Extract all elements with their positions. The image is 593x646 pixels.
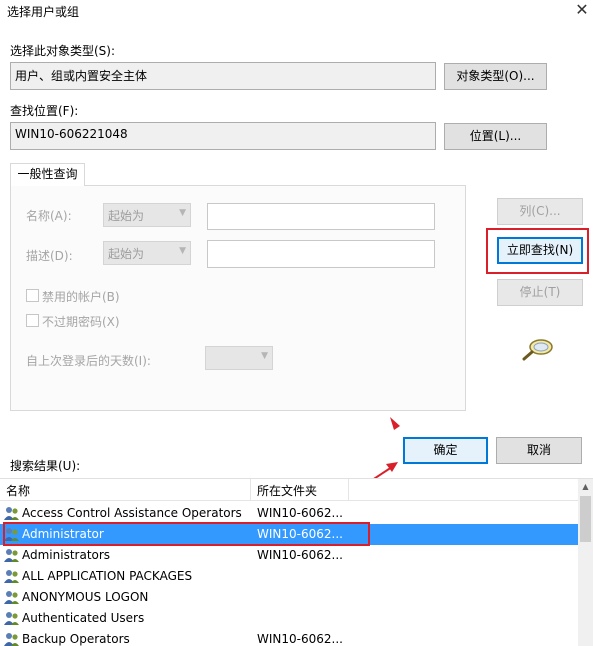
object-type-field: 用户、组或内置安全主体 — [10, 62, 436, 90]
results-header: 名称 所在文件夹 — [0, 479, 578, 501]
search-results-label: 搜索结果(U): — [10, 459, 81, 473]
find-now-button[interactable]: 立即查找(N) — [497, 237, 583, 264]
object-types-button[interactable]: 对象类型(O)... — [444, 63, 547, 90]
window-title: 选择用户或组 — [7, 5, 80, 19]
columns-button[interactable]: 列(C)... — [497, 198, 583, 225]
chevron-down-icon: ▼ — [179, 208, 186, 218]
tab-common-queries[interactable]: 一般性查询 — [10, 163, 85, 186]
location-field: WIN10-606221048 — [10, 122, 436, 150]
administrator-highlight — [3, 522, 370, 546]
table-row[interactable]: Administrators WIN10-6062... — [0, 545, 578, 566]
cancel-button[interactable]: 取消 — [496, 437, 582, 464]
disabled-accounts-label: 禁用的帐户(B) — [42, 290, 120, 304]
name-input[interactable] — [207, 203, 435, 230]
user-group-icon — [4, 590, 20, 605]
days-since-logon-label: 自上次登录后的天数(I): — [26, 354, 151, 368]
user-group-icon — [4, 632, 20, 646]
user-group-icon — [4, 569, 20, 584]
row-name: ALL APPLICATION PACKAGES — [22, 569, 193, 583]
description-mode-value: 起始为 — [108, 247, 145, 261]
ok-button[interactable]: 确定 — [403, 437, 488, 464]
row-name: Backup Operators — [22, 632, 130, 646]
column-divider[interactable] — [250, 479, 251, 501]
column-divider[interactable] — [348, 479, 349, 501]
table-row[interactable]: ALL APPLICATION PACKAGES — [0, 566, 578, 587]
magnifier-icon — [522, 339, 553, 361]
table-row[interactable]: ANONYMOUS LOGON — [0, 587, 578, 608]
column-header-folder[interactable]: 所在文件夹 — [257, 482, 317, 499]
user-group-icon — [4, 611, 20, 626]
row-folder: WIN10-6062... — [257, 632, 343, 646]
column-header-name[interactable]: 名称 — [6, 482, 30, 499]
name-mode-select[interactable]: 起始为 ▼ — [103, 203, 191, 227]
row-folder: WIN10-6062... — [257, 548, 343, 562]
locations-button[interactable]: 位置(L)... — [444, 123, 547, 150]
table-row[interactable]: Access Control Assistance Operators WIN10… — [0, 503, 578, 524]
row-name: Authenticated Users — [22, 611, 145, 625]
scrollbar-thumb[interactable] — [580, 496, 591, 542]
row-folder: WIN10-6062... — [257, 506, 343, 520]
chevron-up-icon[interactable]: ▲ — [580, 482, 591, 492]
description-input[interactable] — [207, 240, 435, 268]
user-group-icon — [4, 548, 20, 563]
user-group-icon — [4, 506, 20, 521]
row-name: ANONYMOUS LOGON — [22, 590, 149, 604]
row-name: Access Control Assistance Operators — [22, 506, 242, 520]
disabled-accounts-checkbox[interactable] — [26, 289, 39, 302]
stop-button[interactable]: 停止(T) — [497, 279, 583, 306]
non-expiring-password-checkbox[interactable] — [26, 314, 39, 327]
row-name: Administrators — [22, 548, 111, 562]
name-label: 名称(A): — [26, 209, 72, 223]
location-label: 查找位置(F): — [10, 104, 79, 118]
name-mode-value: 起始为 — [108, 209, 145, 223]
table-row[interactable]: Backup Operators WIN10-6062... — [0, 629, 578, 646]
description-label: 描述(D): — [26, 249, 73, 263]
days-since-logon-select[interactable]: ▼ — [205, 346, 273, 370]
chevron-down-icon: ▼ — [179, 246, 186, 256]
description-mode-select[interactable]: 起始为 ▼ — [103, 241, 191, 265]
chevron-down-icon: ▼ — [261, 351, 268, 361]
table-row[interactable]: Authenticated Users — [0, 608, 578, 629]
object-type-label: 选择此对象类型(S): — [10, 44, 116, 58]
close-icon[interactable]: ✕ — [572, 0, 592, 20]
non-expiring-password-label: 不过期密码(X) — [42, 315, 120, 329]
